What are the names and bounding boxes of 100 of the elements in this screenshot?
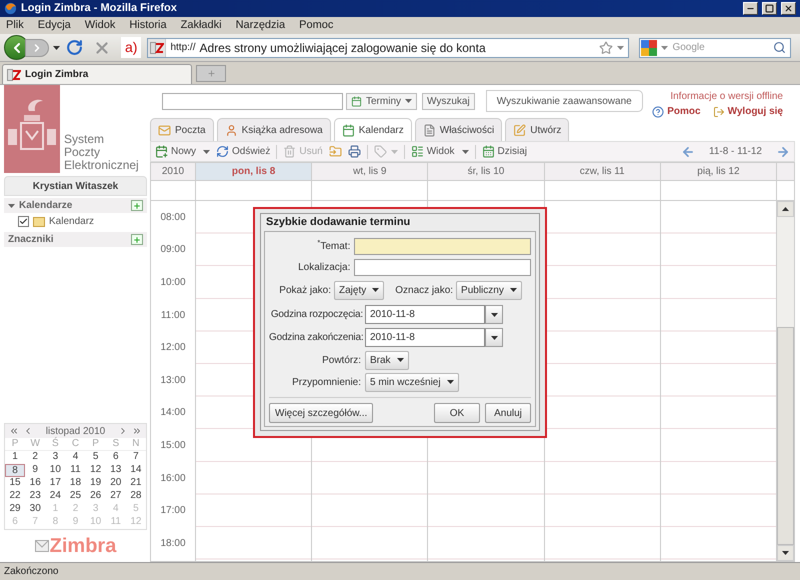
dropdown-button[interactable]: 5 min wcześniej: [365, 372, 459, 392]
advanced-search-button[interactable]: Wyszukiwanie zaawansowane: [486, 90, 643, 112]
calendar-day[interactable]: 21: [126, 477, 146, 490]
field-label: Pokaż jako:: [278, 284, 331, 298]
calendar-day[interactable]: 2: [25, 451, 46, 464]
app-tab[interactable]: Właściwości: [414, 118, 502, 141]
app-tab[interactable]: Poczta: [150, 118, 214, 141]
app-tab[interactable]: Kalendarz: [334, 118, 412, 141]
calendar-day[interactable]: 1: [5, 451, 26, 464]
calendar-day[interactable]: 8: [5, 464, 26, 477]
search-scope-button[interactable]: Terminy: [346, 92, 418, 110]
section-header[interactable]: Kalendarze: [4, 198, 147, 213]
calendar-day[interactable]: 5: [86, 451, 106, 464]
menu-item[interactable]: Narzędzia: [236, 17, 286, 34]
date-dropdown-button[interactable]: [485, 328, 503, 347]
add-tag-icon[interactable]: [131, 234, 143, 245]
menu-item[interactable]: Plik: [6, 17, 24, 34]
bookmark-star-icon[interactable]: [599, 40, 614, 54]
url-field[interactable]: http:// Adres strony umożliwiającej zalogowanie się do konta: [147, 38, 630, 58]
subject-field[interactable]: [354, 238, 531, 254]
app-tab[interactable]: Utwórz: [505, 118, 570, 141]
day-header[interactable]: pon, lis 8: [196, 163, 312, 180]
section-header[interactable]: Znaczniki: [4, 232, 147, 247]
calendar-day[interactable]: 16: [25, 477, 46, 490]
next-week-icon[interactable]: [776, 144, 790, 158]
calendar-day[interactable]: 24: [45, 490, 66, 503]
add-calendar-icon[interactable]: [131, 200, 143, 211]
calendar-day[interactable]: 22: [5, 490, 26, 503]
new-tab-button[interactable]: [196, 65, 226, 82]
annotation-marker: a): [121, 37, 142, 58]
menu-item[interactable]: Widok: [84, 17, 116, 34]
calendar-day[interactable]: 12: [86, 464, 106, 477]
calendar-day[interactable]: 3: [45, 451, 66, 464]
ok-button[interactable]: OK: [434, 403, 480, 423]
menu-item[interactable]: Historia: [129, 17, 167, 34]
toolbar-button[interactable]: Widok: [410, 144, 469, 159]
next-year-icon[interactable]: [132, 426, 142, 436]
calendar-day[interactable]: 25: [65, 490, 86, 503]
day-header[interactable]: śr, lis 10: [428, 163, 545, 180]
offline-info-link[interactable]: Informacje o wersji offline: [670, 89, 783, 104]
calendar-day[interactable]: 10: [45, 464, 66, 477]
calendar-day[interactable]: 11: [65, 464, 86, 477]
menu-item[interactable]: Edycja: [38, 17, 71, 34]
cancel-button[interactable]: Anuluj: [485, 403, 531, 423]
calendar-icon: [482, 145, 495, 158]
day-header[interactable]: wt, lis 9: [312, 163, 428, 180]
date-dropdown-button[interactable]: [485, 305, 503, 324]
folder-arrow-icon: [328, 145, 342, 158]
search-button[interactable]: Wyszukaj: [422, 92, 475, 110]
dropdown-button[interactable]: Brak: [365, 350, 409, 370]
calendar-day[interactable]: 17: [45, 477, 66, 490]
menu-item[interactable]: Pomoc: [299, 17, 334, 34]
date-field[interactable]: 2010-11-8: [365, 305, 485, 324]
browser-tab[interactable]: Login Zimbra: [2, 64, 192, 84]
toolbar-button[interactable]: Odśwież: [216, 144, 270, 159]
toolbar-button[interactable]: Nowy: [155, 144, 210, 159]
logout-link[interactable]: Wyloguj się: [728, 104, 783, 119]
calendar-day[interactable]: 18: [65, 477, 86, 490]
reload-icon[interactable]: [66, 39, 83, 56]
calendar-day[interactable]: 14: [126, 464, 146, 477]
search-icon[interactable]: [773, 41, 786, 54]
close-button[interactable]: [781, 2, 796, 15]
restore-button[interactable]: [762, 2, 777, 15]
calendar-day[interactable]: 6: [106, 451, 126, 464]
calendar-day[interactable]: 20: [106, 477, 126, 490]
calendar-name[interactable]: Kalendarz: [49, 214, 94, 229]
field-label: Lokalizacja:: [297, 260, 350, 274]
help-link[interactable]: Pomoc: [667, 104, 701, 119]
minimize-button[interactable]: [743, 2, 758, 15]
date-field[interactable]: 2010-11-8: [365, 328, 485, 347]
previous-year-icon[interactable]: [9, 426, 19, 436]
search-field[interactable]: [162, 92, 343, 110]
toolbar-icon-button[interactable]: [328, 145, 342, 158]
scrollbar[interactable]: [777, 201, 794, 561]
calendar-day[interactable]: 15: [5, 477, 26, 490]
dropdown-button[interactable]: Zajęty: [334, 280, 384, 300]
location-field[interactable]: [354, 258, 531, 276]
calendar-day[interactable]: 13: [106, 464, 126, 477]
app-tab[interactable]: Książka adresowa: [216, 118, 331, 141]
calendar-day[interactable]: 28: [126, 490, 146, 503]
calendar-day[interactable]: 29: [5, 503, 26, 516]
previous-week-icon[interactable]: [681, 144, 695, 158]
calendar-day[interactable]: 19: [86, 477, 106, 490]
calendar-day[interactable]: 4: [65, 451, 86, 464]
caret-icon: [396, 358, 404, 362]
calendar-day[interactable]: 23: [25, 490, 46, 503]
more-details-button[interactable]: Więcej szczegółów...: [269, 403, 374, 423]
dialog-title: Szybkie dodawanie terminu: [265, 215, 412, 230]
dropdown-button[interactable]: Publiczny: [456, 280, 522, 300]
calendar-day[interactable]: 26: [86, 490, 106, 503]
day-header[interactable]: pią, lis 12: [660, 163, 778, 180]
calendar-day[interactable]: 7: [126, 451, 146, 464]
calendar-day[interactable]: 27: [106, 490, 126, 503]
day-header[interactable]: czw, lis 11: [544, 163, 661, 180]
calendar-day[interactable]: 9: [25, 464, 46, 477]
checkbox[interactable]: [18, 216, 29, 227]
calendar-day[interactable]: 30: [25, 503, 46, 516]
menu-item[interactable]: Zakładki: [180, 17, 222, 34]
toolbar-button[interactable]: Dzisiaj: [482, 144, 527, 159]
toolbar-icon-button[interactable]: [348, 145, 361, 158]
